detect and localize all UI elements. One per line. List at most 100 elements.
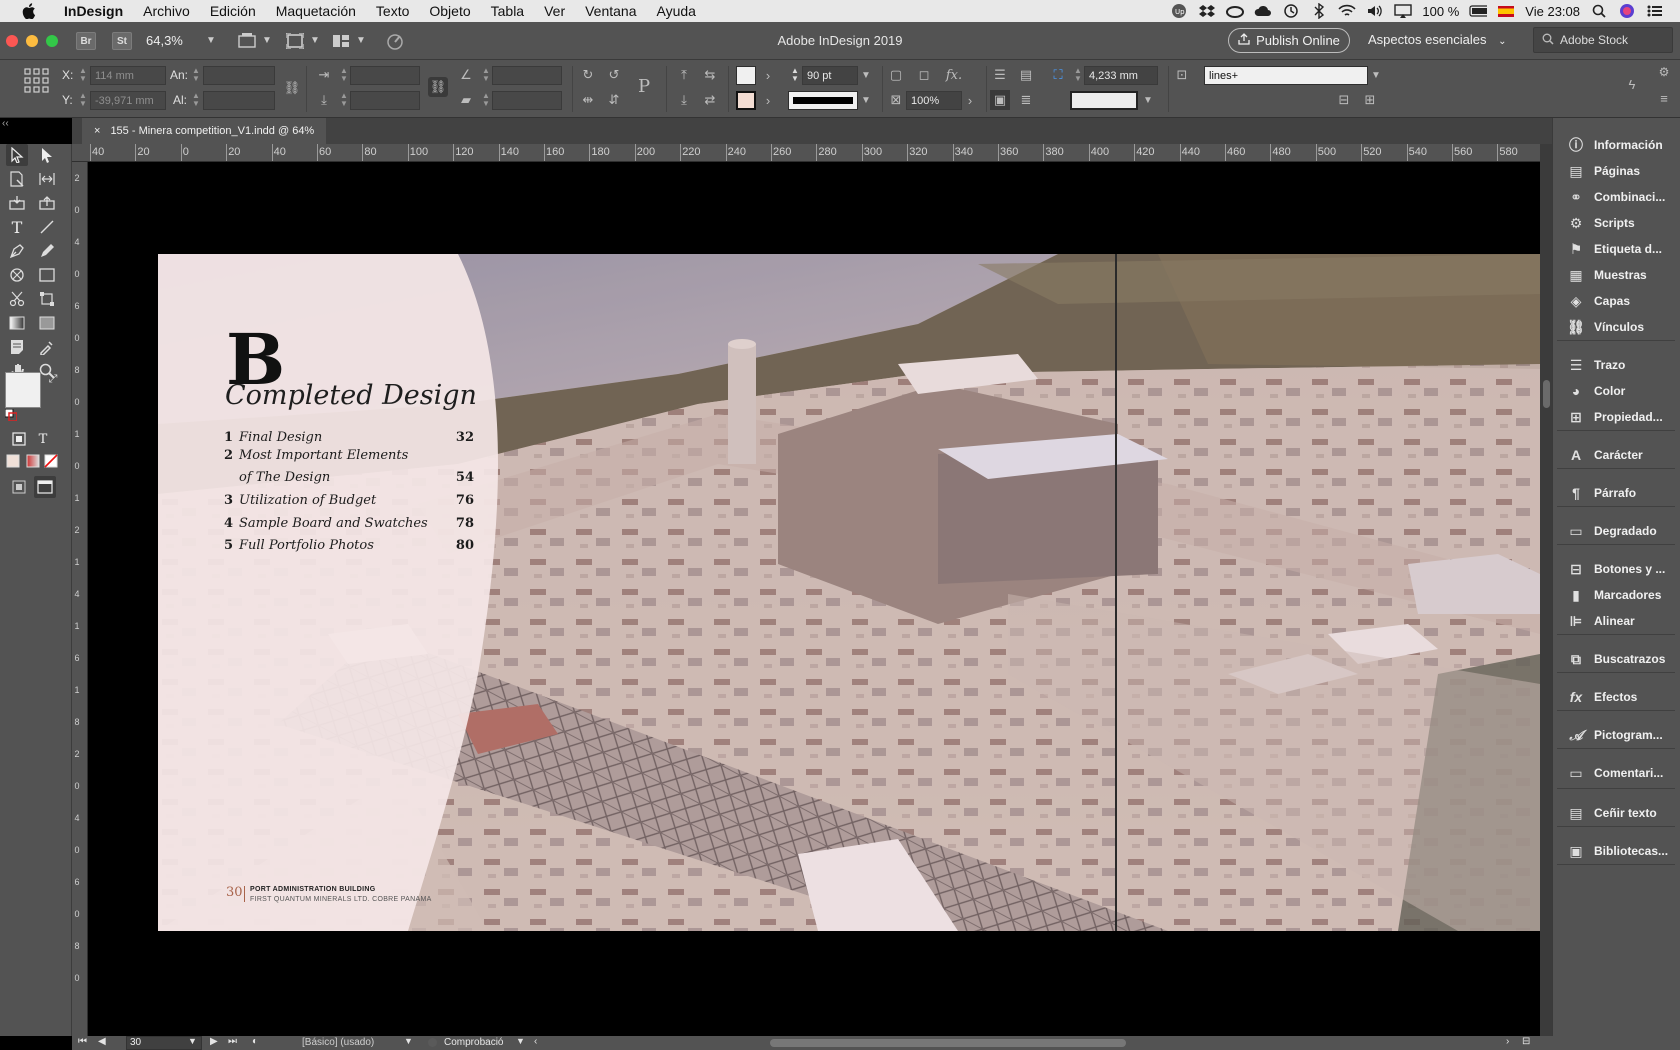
collapse-tools-icon[interactable]: ‹‹ bbox=[2, 118, 16, 129]
width-field[interactable] bbox=[203, 66, 275, 85]
shear-spinner-icon[interactable]: ▲ ▼ bbox=[482, 92, 490, 108]
note-tool-icon[interactable] bbox=[6, 336, 28, 358]
content-collector-tool-icon[interactable] bbox=[6, 192, 28, 214]
screen-mode-normal-icon[interactable] bbox=[34, 476, 56, 498]
panel-scripts[interactable]: ⚙ Scripts bbox=[1553, 210, 1680, 236]
shear-angle-field[interactable] bbox=[492, 91, 562, 110]
panel-bookmarks[interactable]: ▮ Marcadores bbox=[1553, 582, 1680, 608]
menu-edicion[interactable]: Edición bbox=[200, 3, 266, 19]
page-menu-chevron-icon[interactable]: ▼ bbox=[188, 1036, 197, 1046]
zoom-dropdown-chevron-icon[interactable]: ▼ bbox=[206, 35, 216, 46]
panel-props[interactable]: ⊞ Propiedad... bbox=[1553, 404, 1680, 430]
constrain-proportions-icon[interactable]: ⛓ bbox=[282, 78, 302, 98]
screen-mode-icon[interactable] bbox=[284, 31, 306, 51]
text-wrap-jump-icon[interactable]: ≣ bbox=[1016, 90, 1036, 110]
first-spread-icon[interactable]: ⏮ bbox=[78, 1036, 87, 1047]
rotate-cw-icon[interactable]: ↻ bbox=[578, 65, 598, 85]
panel-tag[interactable]: ⚑ Etiqueta d... bbox=[1553, 236, 1680, 262]
master-page-label[interactable]: [Básico] (usado) bbox=[302, 1037, 374, 1048]
control-panel-settings-icon[interactable]: ⚙ bbox=[1654, 62, 1674, 82]
gradient-swatch-tool-icon[interactable] bbox=[6, 312, 28, 334]
gap-tool-icon[interactable] bbox=[36, 168, 58, 190]
panel-fx[interactable]: fx Efectos bbox=[1553, 684, 1680, 710]
default-fill-stroke-icon[interactable] bbox=[4, 408, 18, 422]
flip-vertical-icon[interactable]: ⇵ bbox=[604, 90, 624, 110]
next-spread-icon[interactable]: ▶ bbox=[210, 1036, 218, 1047]
quick-apply-icon[interactable]: ϟ bbox=[1622, 74, 1642, 94]
rectangle-frame-tool-icon[interactable] bbox=[6, 264, 28, 286]
gradient-feather-tool-icon[interactable] bbox=[36, 312, 58, 334]
view-options-icon[interactable] bbox=[236, 31, 258, 51]
select-next-object-icon[interactable]: ⇄ bbox=[700, 90, 720, 110]
stroke-weight-field[interactable]: 90 pt bbox=[802, 66, 858, 85]
pasteboard[interactable]: B Completed Design 1 Final Design 32 2 M… bbox=[88, 162, 1540, 1036]
vertical-ruler[interactable]: 2 0 4 0 6 0 8 0 1 0 1 2 1 4 1 6 1 8 2 0 4 0 6 0 8 0 bbox=[72, 162, 88, 1036]
panel-pages[interactable]: ▤ Páginas bbox=[1553, 158, 1680, 184]
stroke-type-dropdown-icon[interactable]: ▼ bbox=[856, 90, 876, 110]
menu-ayuda[interactable]: Ayuda bbox=[647, 3, 706, 19]
style-options-icon[interactable]: ⊞ bbox=[1360, 90, 1380, 110]
panel-layers[interactable]: ◈ Capas bbox=[1553, 288, 1680, 314]
panel-para[interactable]: ¶ Párrafo bbox=[1553, 480, 1680, 506]
panel-buttons[interactable]: ⊟ Botones y ... bbox=[1553, 556, 1680, 582]
select-content-icon[interactable]: ⤓ bbox=[674, 90, 694, 110]
height-spinner-icon[interactable]: ▲ ▼ bbox=[192, 92, 200, 108]
width-spinner-icon[interactable]: ▲ ▼ bbox=[192, 67, 200, 83]
folio-client-name[interactable]: FIRST QUANTUM MINERALS LTD. COBRE PANAMA bbox=[250, 896, 432, 903]
panel-char[interactable]: A Carácter bbox=[1553, 442, 1680, 468]
stroke-type-field[interactable] bbox=[788, 91, 858, 110]
eyedropper-tool-icon[interactable] bbox=[36, 336, 58, 358]
siri-icon[interactable] bbox=[1618, 4, 1636, 18]
scissors-tool-icon[interactable] bbox=[6, 288, 28, 310]
panel-merge[interactable]: ⚭ Combinaci... bbox=[1553, 184, 1680, 210]
folio-project-title[interactable]: PORT ADMINISTRATION BUILDING bbox=[250, 886, 375, 893]
bridge-button[interactable]: Br bbox=[76, 32, 96, 50]
rotate-spinner-icon[interactable]: ▲ ▼ bbox=[482, 67, 490, 83]
panel-stroke[interactable]: ☰ Trazo bbox=[1553, 352, 1680, 378]
stock-button[interactable]: St bbox=[112, 32, 132, 50]
panel-info[interactable]: ⓘ Información bbox=[1553, 132, 1680, 158]
object-style-field[interactable]: lines+ bbox=[1204, 66, 1368, 85]
scroll-right-icon[interactable]: › bbox=[1506, 1036, 1509, 1047]
bluetooth-icon[interactable] bbox=[1310, 3, 1328, 19]
folio-page-number[interactable]: 30 bbox=[226, 885, 243, 900]
control-panel-menu-icon[interactable]: ≡ bbox=[1654, 88, 1674, 108]
airplay-icon[interactable] bbox=[1394, 4, 1413, 18]
opacity-field[interactable]: 100% bbox=[906, 91, 962, 110]
panel-color[interactable]: ◕ Color bbox=[1553, 378, 1680, 404]
tab-close-icon[interactable]: × bbox=[94, 125, 100, 137]
pen-tool-icon[interactable] bbox=[6, 240, 28, 262]
vertical-scrollbar-thumb[interactable] bbox=[1543, 380, 1550, 408]
creative-cloud-icon[interactable] bbox=[1226, 4, 1245, 18]
fx-effects-icon[interactable]: fx. bbox=[944, 65, 964, 85]
constrain-scale-icon[interactable]: ⛓ bbox=[428, 77, 448, 97]
text-wrap-bounding-icon[interactable]: ▤ bbox=[1016, 65, 1036, 85]
reference-point-icon[interactable] bbox=[24, 68, 50, 94]
stroke-swatch[interactable] bbox=[736, 91, 756, 110]
panel-pathfinder[interactable]: ⧉ Buscatrazos bbox=[1553, 646, 1680, 672]
text-wrap-shape-icon[interactable]: ▣ bbox=[990, 90, 1010, 110]
swap-fill-stroke-icon[interactable]: ⤢ bbox=[46, 372, 60, 386]
select-previous-object-icon[interactable]: ⇆ bbox=[700, 65, 720, 85]
scale-x-spinner-icon[interactable]: ▲ ▼ bbox=[340, 67, 348, 83]
master-chevron-icon[interactable]: ▼ bbox=[404, 1036, 413, 1046]
menubar-clock[interactable]: Vie 23:08 bbox=[1525, 4, 1580, 19]
panel-glyph[interactable]: 𝒜 Pictogram... bbox=[1553, 722, 1680, 748]
menu-texto[interactable]: Texto bbox=[366, 3, 419, 19]
adobe-stock-search-input[interactable]: Adobe Stock bbox=[1533, 27, 1673, 53]
wrap-offset-field[interactable]: 4,233 mm bbox=[1084, 66, 1158, 85]
menu-tabla[interactable]: Tabla bbox=[481, 3, 534, 19]
workspace-switcher[interactable]: Aspectos esenciales ⌄ bbox=[1368, 32, 1507, 47]
menu-archivo[interactable]: Archivo bbox=[133, 3, 200, 19]
clear-overrides-icon[interactable]: ⊟ bbox=[1334, 90, 1354, 110]
wrap-contour-dropdown-icon[interactable]: ▼ bbox=[1138, 90, 1158, 110]
document-tab[interactable]: × 155 - Minera competition_V1.indd @ 64% bbox=[82, 118, 326, 144]
volume-icon[interactable] bbox=[1366, 4, 1384, 18]
fill-swatch-arrow-icon[interactable]: › bbox=[758, 65, 778, 85]
object-effects-icon[interactable]: ◻ bbox=[914, 65, 934, 85]
menu-maquetacion[interactable]: Maquetación bbox=[266, 3, 366, 19]
panel-gradient[interactable]: ▭ Degradado bbox=[1553, 518, 1680, 544]
input-source-flag-icon[interactable] bbox=[1497, 4, 1515, 18]
window-minimize-button[interactable] bbox=[26, 35, 38, 47]
x-spinner-icon[interactable]: ▲ ▼ bbox=[79, 67, 87, 83]
